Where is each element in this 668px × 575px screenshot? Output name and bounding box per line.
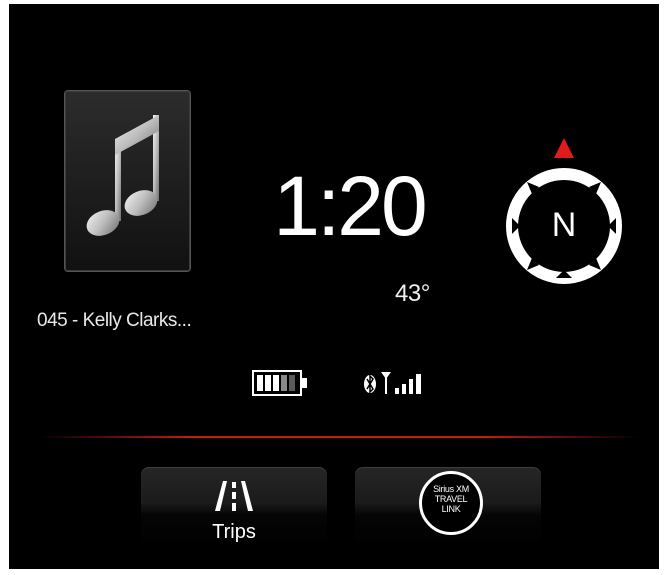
trips-label: Trips <box>212 521 256 543</box>
signal-bars-icon <box>381 372 421 394</box>
head-unit-screen: 045 - Kelly Clarks... 1:20 43° N Trips S… <box>9 4 659 569</box>
road-icon <box>215 481 253 511</box>
compass[interactable]: N <box>499 130 629 320</box>
compass-north-indicator-icon <box>554 138 574 158</box>
compass-heading: N <box>551 206 577 244</box>
bluetooth-icon <box>364 374 376 394</box>
clock-time: 1:20 <box>273 159 428 253</box>
trips-button[interactable]: Trips <box>141 467 327 547</box>
track-title[interactable]: 045 - Kelly Clarks... <box>37 310 277 332</box>
sxm-line-1: Sirius XM <box>433 484 469 494</box>
battery-icon <box>252 369 310 402</box>
outside-temperature: 43° <box>395 280 430 307</box>
accent-divider <box>39 436 639 438</box>
connectivity-status <box>363 368 443 403</box>
music-note-icon <box>86 115 159 236</box>
album-art[interactable] <box>65 91 190 271</box>
siriusxm-travel-link-button[interactable]: Sirius XM TRAVEL LINK <box>355 467 541 547</box>
sxm-line-2: TRAVEL <box>434 494 468 504</box>
siriusxm-travel-link-logo: Sirius XM TRAVEL LINK <box>419 471 483 535</box>
sxm-line-3: LINK <box>441 504 461 514</box>
